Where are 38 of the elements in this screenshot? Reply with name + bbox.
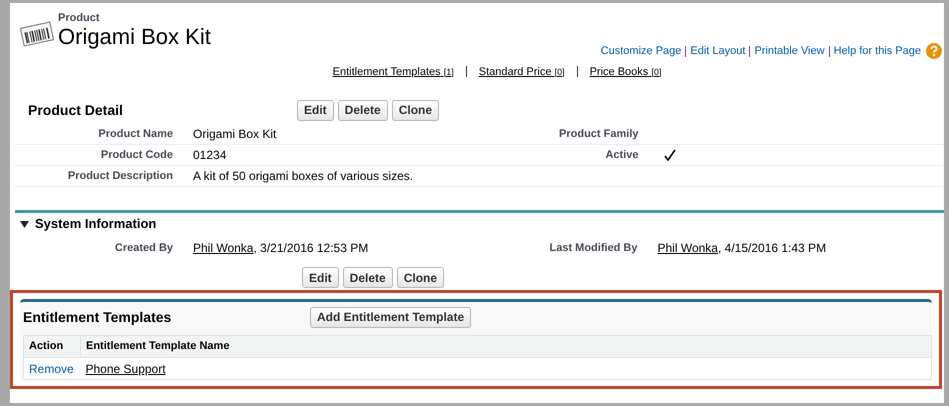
action-button[interactable]: Delete (342, 267, 393, 288)
page-link[interactable]: Edit Layout (690, 43, 746, 60)
user-link[interactable]: Phil Wonka (193, 241, 254, 255)
remove-link[interactable]: Remove (29, 362, 74, 376)
action-button[interactable]: Clone (392, 100, 440, 120)
field-label: Active (604, 148, 638, 163)
section-title: Product Detail (27, 100, 124, 120)
page-link[interactable]: Printable View (754, 43, 825, 60)
action-button[interactable]: Edit (302, 267, 339, 288)
column-header: Action (24, 336, 80, 358)
section-title: System Information (35, 215, 156, 234)
related-list-link[interactable]: Price Books [0] (590, 64, 662, 80)
field-label: Product Name (97, 126, 173, 142)
field-value: A kit of 50 origami boxes of various sizes. (192, 168, 414, 185)
field-label: Product Family (558, 126, 638, 142)
related-list-link[interactable]: Standard Price [0] (478, 64, 565, 80)
related-list-link[interactable]: Entitlement Templates [1] (332, 64, 454, 80)
page-link[interactable]: Customize Page (600, 43, 682, 60)
field-label: Created By (114, 240, 173, 256)
field-value: Phil Wonka, 3/21/2016 12:53 PM (192, 240, 368, 257)
action-button[interactable]: Delete (338, 100, 388, 120)
field-value: 01234 (192, 147, 226, 164)
action-button[interactable]: Clone (396, 267, 444, 288)
user-link[interactable]: Phil Wonka (658, 241, 718, 255)
field-label: Last Modified By (548, 240, 638, 256)
action-button[interactable]: Edit (297, 100, 334, 120)
field-value: Phil Wonka, 4/15/2016 1:43 PM (656, 240, 826, 257)
triangle-icon[interactable] (20, 220, 29, 228)
column-header: Entitlement Template Name (80, 336, 932, 358)
page-title: Origami Box Kit (58, 25, 211, 49)
related-list-title: Entitlement Templates (23, 308, 172, 327)
page-link[interactable]: Help for this Page (834, 43, 921, 60)
field-label: Product Description (66, 168, 173, 184)
template-link[interactable]: Phone Support (86, 362, 166, 376)
field-value: Origami Box Kit (192, 126, 276, 143)
field-label: Product Code (100, 148, 173, 163)
action-button[interactable]: Add Entitlement Template (310, 306, 472, 328)
object-type-label: Product (58, 11, 101, 25)
